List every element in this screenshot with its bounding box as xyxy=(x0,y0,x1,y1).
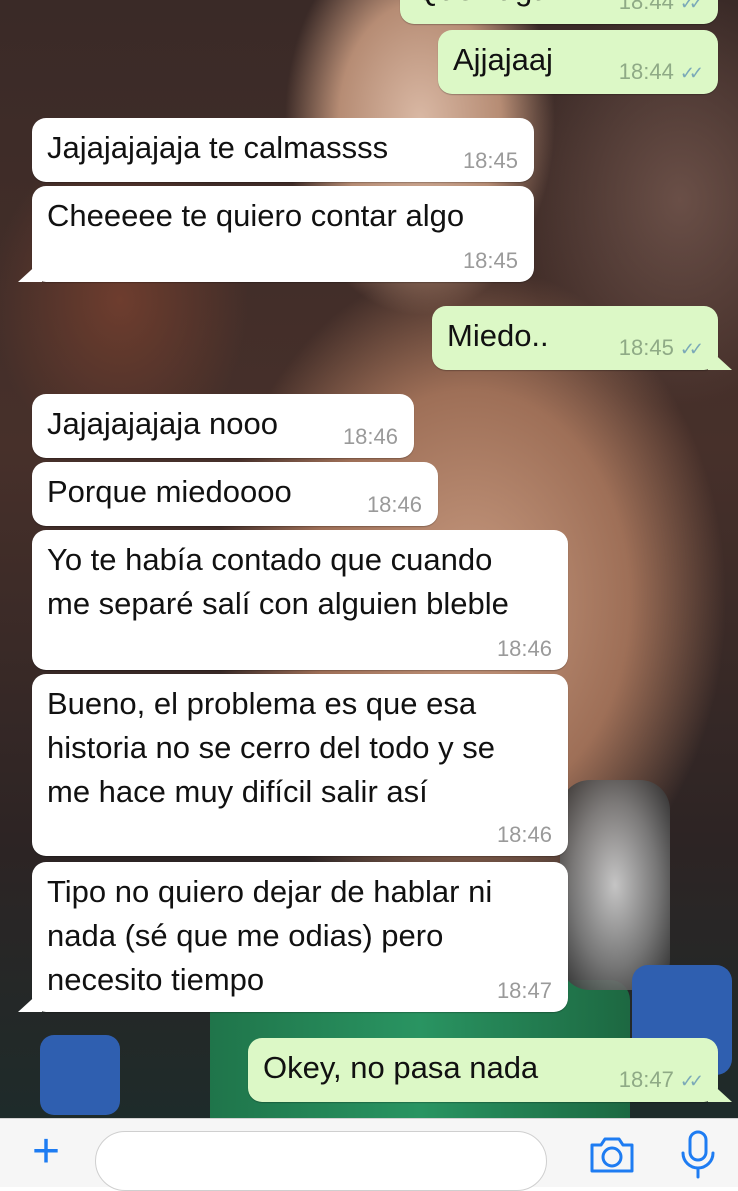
message-bubble-incoming[interactable]: Tipo no quiero dejar de hablar ni nada (… xyxy=(18,862,568,1012)
message-meta: 18:47 ✓✓ xyxy=(618,1067,704,1092)
message-text-line: me hace muy difícil salir así xyxy=(47,774,428,809)
message-input[interactable] xyxy=(95,1131,547,1191)
read-receipt-icon: ✓✓ xyxy=(679,0,704,13)
message-text: Jajajajajaja te calmassss xyxy=(47,130,389,165)
message-bubble-outgoing[interactable]: Miedo.. 18:45 ✓✓ xyxy=(432,306,732,370)
message-text: Cheeeee te quiero contar algo xyxy=(47,198,465,233)
microphone-icon[interactable] xyxy=(678,1129,718,1181)
message-text-line: necesito tiempo xyxy=(47,962,265,997)
message-text-line: Bueno, el problema es que esa xyxy=(47,686,477,721)
message-text-line: me separé salí con alguien bleble xyxy=(47,586,509,621)
message-text-line: Yo te había contado que cuando xyxy=(47,542,493,577)
wallpaper-detail xyxy=(560,780,670,990)
wallpaper-detail xyxy=(40,1035,120,1115)
message-bubble-incoming[interactable]: Porque miedoooo 18:46 xyxy=(32,462,438,526)
message-time: 18:46 xyxy=(366,492,422,517)
message-meta: 18:44 ✓✓ xyxy=(618,59,704,84)
message-text-line: historia no se cerro del todo y se xyxy=(47,730,496,765)
message-bubble-incoming[interactable]: Jajajajajaja te calmassss 18:45 xyxy=(32,118,534,182)
message-time: 18:45 xyxy=(462,248,518,273)
message-bubble-incoming[interactable]: Yo te había contado que cuando me separé… xyxy=(32,530,568,670)
message-meta: 18:45 ✓✓ xyxy=(618,335,704,360)
message-meta: 18:44 ✓✓ xyxy=(618,0,704,14)
message-time: 18:46 xyxy=(496,636,552,661)
message-time: 18:44 xyxy=(618,0,674,14)
message-text-line: nada (sé que me odias) pero xyxy=(47,918,444,953)
message-time: 18:45 xyxy=(462,148,518,173)
input-toolbar: + xyxy=(0,1118,738,1191)
message-time: 18:47 xyxy=(496,978,552,1003)
message-time: 18:47 xyxy=(618,1067,674,1092)
message-bubble-outgoing[interactable]: Okey, no pasa nada 18:47 ✓✓ xyxy=(248,1038,732,1102)
message-bubble-outgoing[interactable]: Que vaga 18:44✓✓ xyxy=(400,0,718,24)
message-text-line: Tipo no quiero dejar de hablar ni xyxy=(47,874,493,909)
message-bubble-incoming[interactable]: Jajajajajaja nooo 18:46 xyxy=(32,394,414,458)
plus-icon[interactable]: + xyxy=(26,1128,66,1176)
camera-icon[interactable] xyxy=(588,1133,636,1175)
read-receipt-icon: ✓✓ xyxy=(679,339,704,359)
message-bubble-incoming[interactable]: Cheeeee te quiero contar algo 18:45 xyxy=(18,186,534,282)
read-receipt-icon: ✓✓ xyxy=(679,63,704,83)
message-time: 18:45 xyxy=(618,335,674,360)
message-bubble-incoming[interactable]: Bueno, el problema es que esa historia n… xyxy=(32,674,568,856)
message-text: Porque miedoooo xyxy=(47,474,292,509)
message-bubble-outgoing[interactable]: Ajjajaaj 18:44 ✓✓ xyxy=(438,30,718,94)
message-time: 18:46 xyxy=(496,822,552,847)
read-receipt-icon: ✓✓ xyxy=(679,1071,704,1091)
message-time: 18:46 xyxy=(342,424,398,449)
message-time: 18:44 xyxy=(618,59,674,84)
